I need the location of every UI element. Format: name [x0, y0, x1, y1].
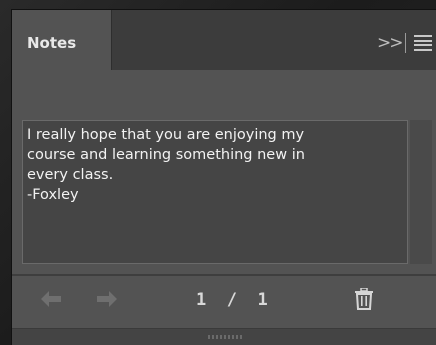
page-counter: 1 / 1: [196, 290, 268, 310]
tab-notes-label: Notes: [27, 34, 77, 52]
notes-footer: 1 / 1: [12, 276, 436, 322]
double-chevron-right-icon[interactable]: >>: [377, 32, 404, 54]
workspace-background: Notes >> I really hope that you are enjo…: [0, 0, 436, 345]
panel-resize-grip[interactable]: [12, 328, 436, 345]
note-text[interactable]: I really hope that you are enjoying my c…: [27, 125, 397, 205]
trash-icon[interactable]: [354, 287, 374, 310]
page-separator: /: [226, 290, 237, 310]
panel-tab-bar: Notes >>: [12, 10, 436, 70]
arrow-right-icon[interactable]: [96, 290, 118, 308]
hamburger-menu-icon[interactable]: [414, 35, 432, 51]
note-scrollbar-track[interactable]: [410, 120, 432, 264]
control-separator: [405, 33, 406, 53]
panel-controls: >>: [377, 32, 436, 54]
notes-panel: Notes >> I really hope that you are enjo…: [12, 10, 436, 345]
page-total: 1: [257, 290, 268, 310]
page-current: 1: [196, 290, 207, 310]
arrow-left-icon[interactable]: [40, 290, 62, 308]
note-text-area[interactable]: I really hope that you are enjoying my c…: [22, 120, 408, 264]
tab-notes[interactable]: Notes: [12, 10, 112, 70]
grip-dots: [208, 335, 242, 339]
